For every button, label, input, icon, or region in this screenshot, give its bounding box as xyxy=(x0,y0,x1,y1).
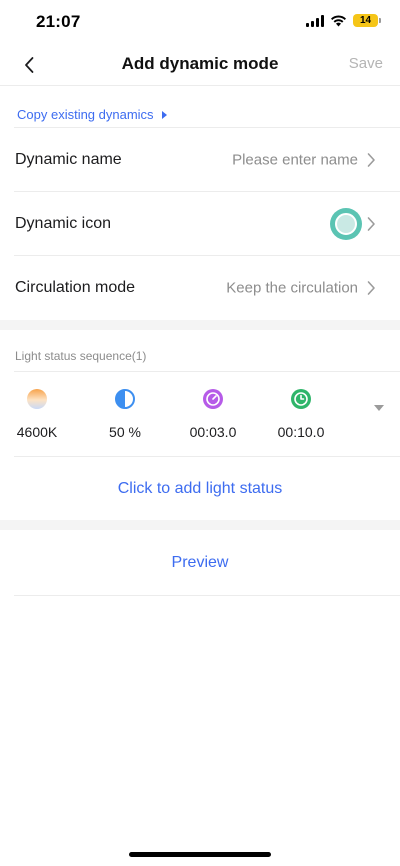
preview-button[interactable]: Preview xyxy=(0,554,400,572)
brightness-value: 50 % xyxy=(109,424,141,440)
circulation-mode-label: Circulation mode xyxy=(15,279,136,296)
expand-triangle-icon[interactable] xyxy=(374,405,384,411)
chevron-right-icon xyxy=(367,153,375,167)
triangle-right-icon xyxy=(161,110,167,119)
color-temperature-cell: 4600K xyxy=(0,388,77,440)
dynamic-name-label: Dynamic name xyxy=(15,151,122,168)
chevron-right-icon xyxy=(367,217,375,231)
dynamic-icon-row[interactable]: Dynamic icon xyxy=(0,192,400,256)
page-title: Add dynamic mode xyxy=(121,54,279,73)
color-temperature-icon xyxy=(27,389,47,409)
transition-time-cell: 00:03.0 xyxy=(173,388,253,440)
add-light-status-button[interactable]: Click to add light status xyxy=(0,480,400,498)
copy-existing-label: Copy existing dynamics xyxy=(17,107,154,122)
circulation-mode-value: Keep the circulation xyxy=(226,279,358,297)
divider xyxy=(14,371,400,372)
color-temperature-value: 4600K xyxy=(16,424,58,440)
battery-level: 14 xyxy=(359,14,372,26)
divider xyxy=(14,595,400,596)
light-status-item[interactable]: 4600K 50 % 00:03.0 00:10.0 xyxy=(0,374,400,456)
section-separator xyxy=(0,520,400,530)
brightness-cell: 50 % xyxy=(85,388,165,440)
transition-timer-icon xyxy=(203,389,223,409)
nav-bar: Add dynamic mode Save xyxy=(0,44,400,86)
duration-cell: 00:10.0 xyxy=(261,388,341,440)
copy-existing-dynamics-link[interactable]: Copy existing dynamics xyxy=(17,107,167,122)
transition-time-value: 00:03.0 xyxy=(189,424,237,440)
duration-value: 00:10.0 xyxy=(277,424,325,440)
chevron-right-icon xyxy=(367,281,375,295)
light-sequence-title: Light status sequence(1) xyxy=(15,349,147,363)
status-time: 21:07 xyxy=(36,12,81,31)
brightness-icon xyxy=(115,389,135,409)
dynamic-icon-label: Dynamic icon xyxy=(15,215,112,232)
cellular-signal-icon xyxy=(306,14,324,27)
circulation-mode-row[interactable]: Circulation mode Keep the circulation xyxy=(0,256,400,320)
dynamic-circle-icon xyxy=(330,208,362,240)
section-separator xyxy=(0,320,400,330)
battery-icon: 14 xyxy=(353,14,381,27)
dynamic-name-row[interactable]: Dynamic name Please enter name xyxy=(0,128,400,192)
home-indicator xyxy=(129,852,271,857)
duration-clock-icon xyxy=(291,389,311,409)
dynamic-name-value: Please enter name xyxy=(232,151,358,169)
status-bar: 21:07 14 xyxy=(0,0,400,44)
save-button[interactable]: Save xyxy=(349,55,383,72)
wifi-icon xyxy=(331,15,346,27)
divider xyxy=(14,456,400,457)
status-icons: 14 xyxy=(306,14,381,27)
